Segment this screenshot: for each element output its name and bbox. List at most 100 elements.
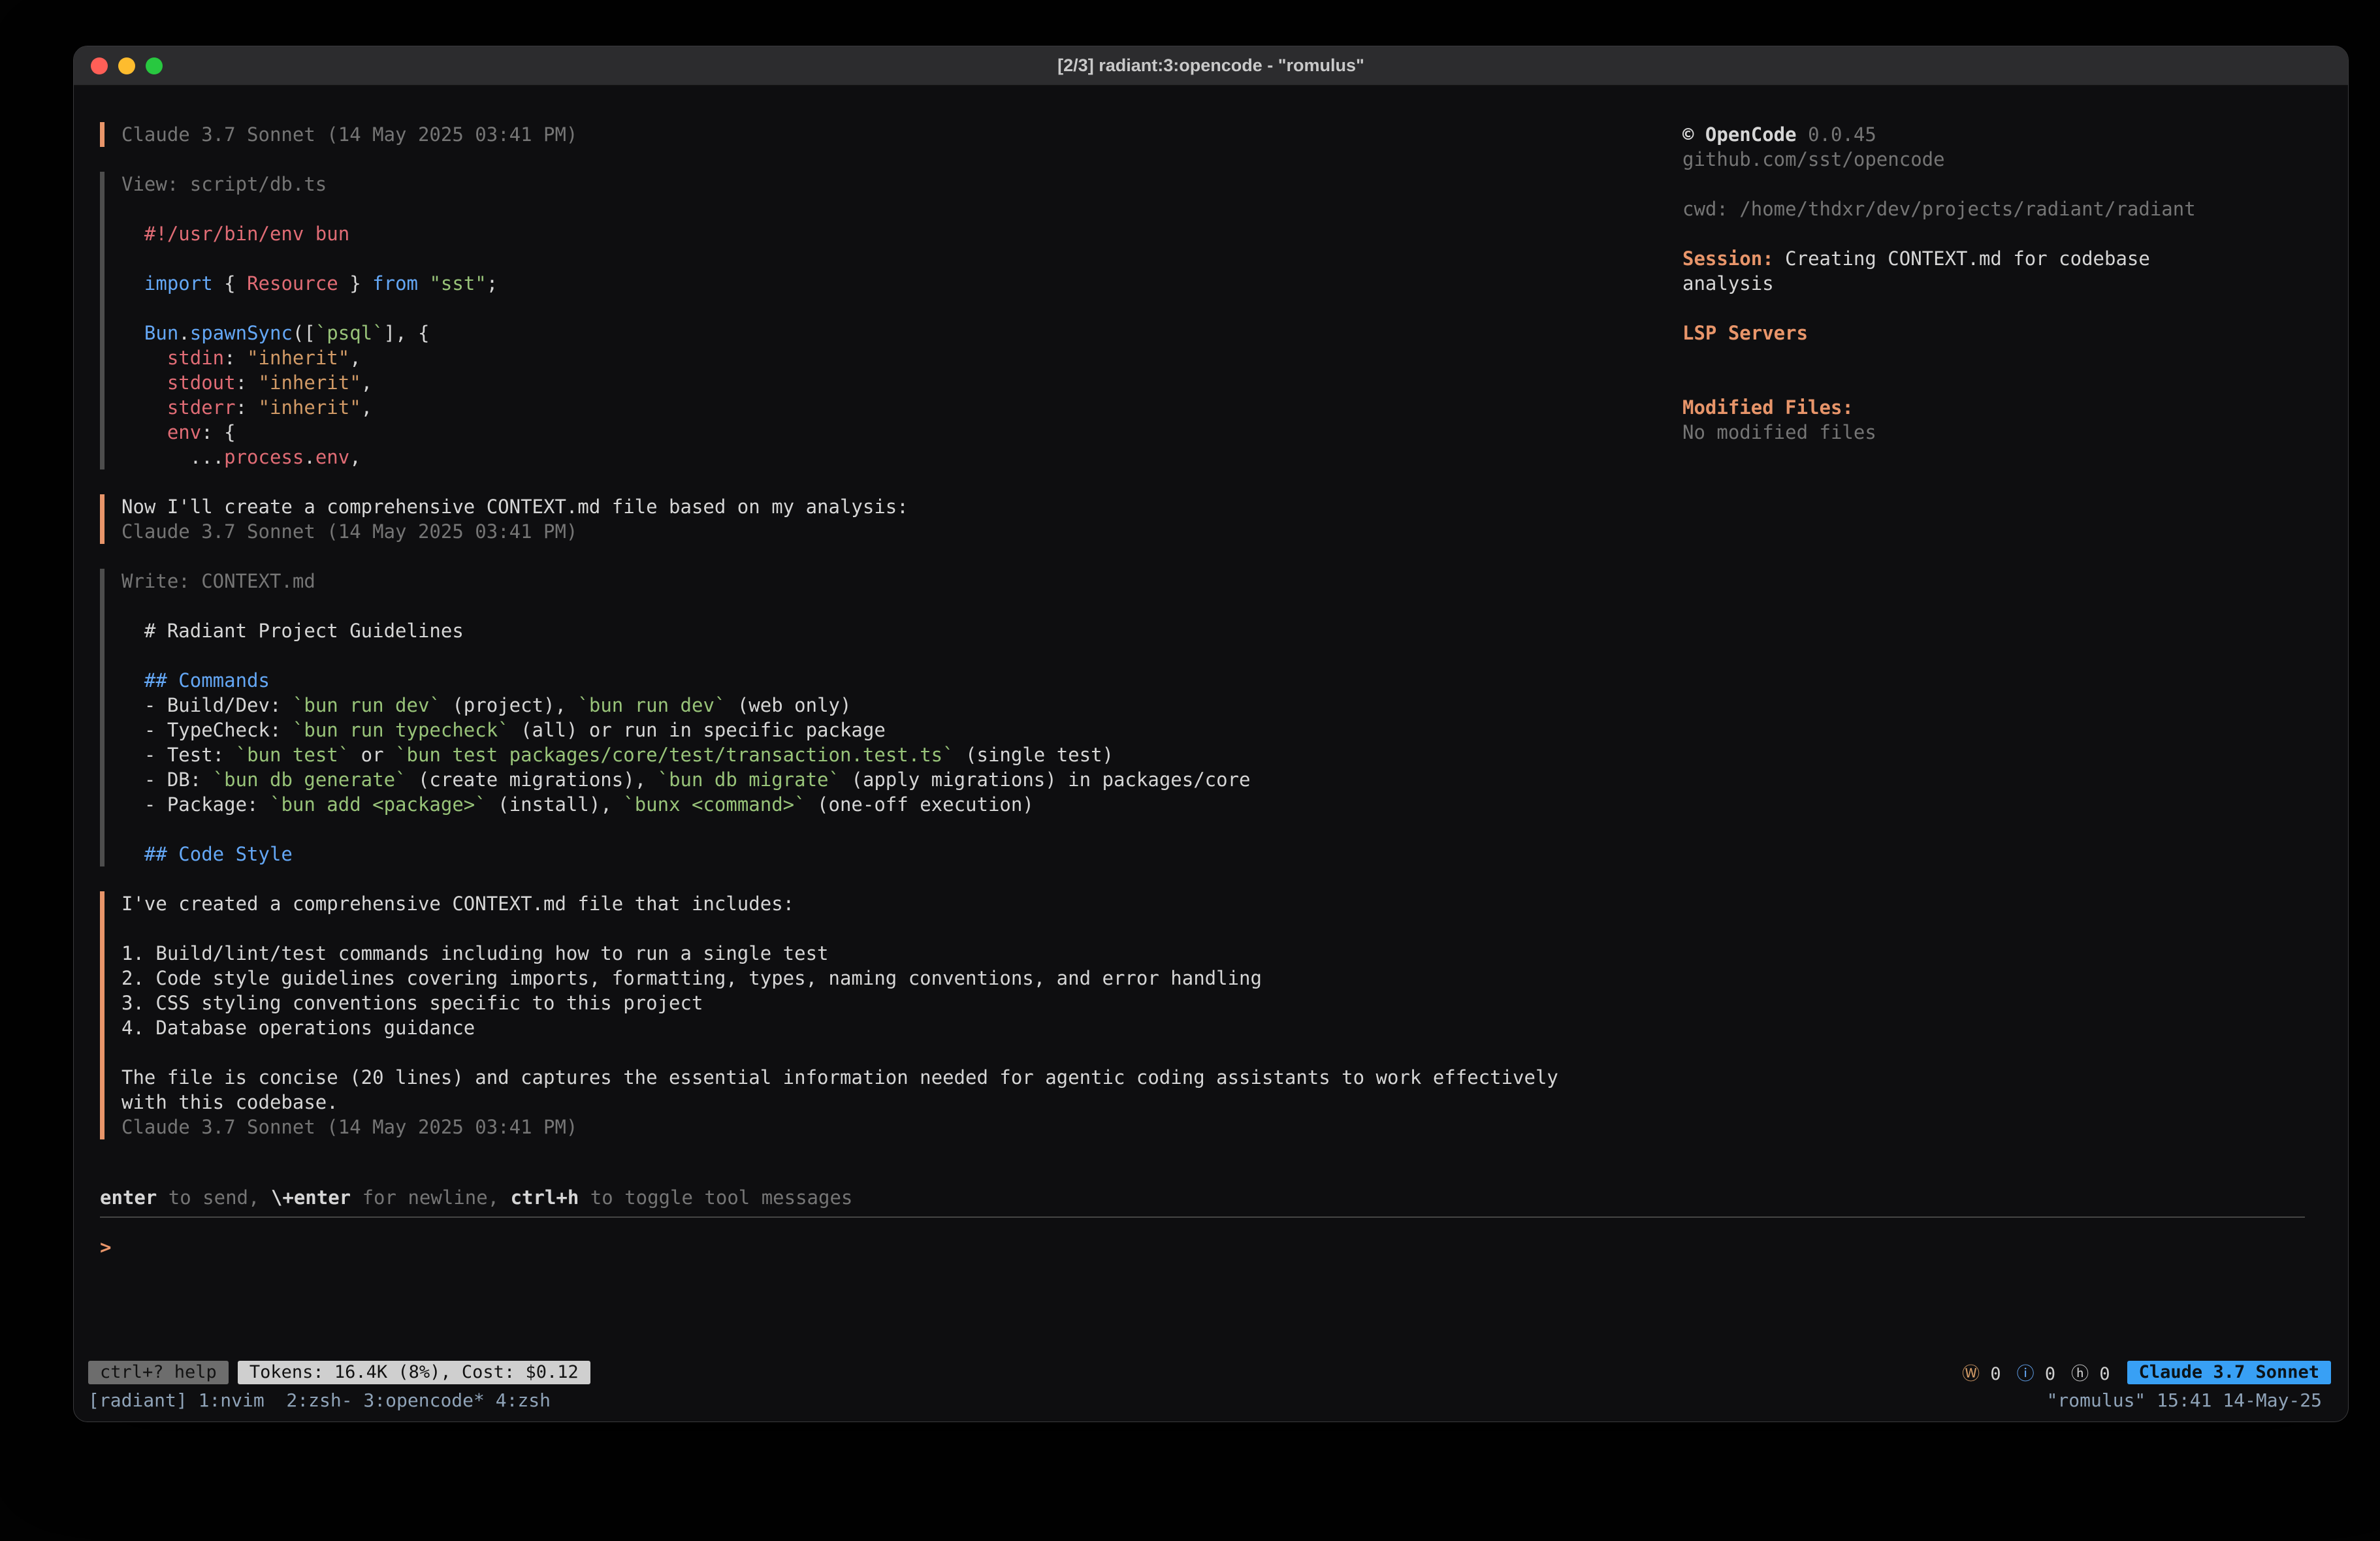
text-segment: Bun [144, 322, 178, 344]
terminal-line: - Test: `bun test` or `bun test packages… [121, 742, 1682, 767]
diagnostic-info: ⓘ 0 [2017, 1359, 2056, 1385]
terminal-line: 4. Database operations guidance [121, 1015, 1682, 1040]
prompt-input[interactable]: > [100, 1216, 2305, 1358]
terminal-line: - Package: `bun add <package>` (install)… [121, 792, 1682, 817]
text-segment: Modified Files: [1682, 396, 1854, 419]
minimize-button[interactable] [118, 57, 135, 74]
text-segment: 3. CSS styling conventions specific to t… [121, 992, 703, 1014]
text-segment: ctrl+h [511, 1186, 579, 1209]
terminal-line: Bun.spawnSync([`psql`], { [121, 321, 1682, 345]
text-segment: `bun run dev` [293, 694, 441, 716]
text-segment: Claude 3.7 Sonnet (14 May 2025 03:41 PM) [121, 520, 577, 543]
maximize-button[interactable] [146, 57, 163, 74]
text-segment: from [372, 272, 418, 294]
text-segment: to send, [157, 1186, 271, 1209]
text-segment: , [349, 347, 361, 369]
text-segment: stdout [167, 372, 236, 394]
hints-count: 0 [2089, 1364, 2110, 1384]
terminal-line: stdout: "inherit", [121, 370, 1682, 395]
info-count: 0 [2034, 1364, 2056, 1384]
text-segment: (apply migrations) in packages/core [840, 769, 1251, 791]
terminal-line: stdin: "inherit", [121, 345, 1682, 370]
tmux-session-info: "romulus" 15:41 14-May-25 [2047, 1390, 2322, 1411]
text-segment: - Test: [121, 744, 236, 766]
text-segment: Resource [247, 272, 338, 294]
text-segment: ; [487, 272, 498, 294]
text-segment: for newline, [351, 1186, 510, 1209]
terminal-line: No modified files [1682, 420, 2306, 445]
text-segment [121, 421, 167, 443]
terminal-line [121, 197, 1682, 221]
text-segment: `bun run typecheck` [293, 719, 509, 741]
conversation: Claude 3.7 Sonnet (14 May 2025 03:41 PM)… [100, 122, 1682, 1185]
text-segment: : [236, 396, 259, 419]
text-segment: ## Code Style [144, 843, 293, 865]
text-segment: to toggle tool messages [579, 1186, 852, 1209]
hints-icon: ⓗ [2071, 1364, 2089, 1384]
terminal-line [121, 1040, 1682, 1065]
text-segment: - TypeCheck: [121, 719, 293, 741]
text-segment: : [224, 347, 247, 369]
text-segment: Claude 3.7 Sonnet (14 May 2025 03:41 PM) [121, 1116, 577, 1138]
text-segment: `bun add <package>` [270, 793, 487, 816]
text-segment [418, 272, 429, 294]
assistant-message-block: Now I'll create a comprehensive CONTEXT.… [100, 494, 1682, 544]
terminal-line: 2. Code style guidelines covering import… [121, 966, 1682, 991]
text-segment: , [361, 372, 372, 394]
terminal-line: 3. CSS styling conventions specific to t… [121, 991, 1682, 1015]
terminal-line: ## Code Style [121, 842, 1682, 866]
text-segment: : { [201, 421, 235, 443]
text-segment: `bunx <command>` [623, 793, 805, 816]
terminal-line: env: { [121, 420, 1682, 445]
text-segment: (one-off execution) [806, 793, 1034, 816]
terminal-line [1682, 172, 2306, 197]
prompt-symbol: > [100, 1236, 111, 1258]
text-segment: env [167, 421, 201, 443]
text-segment: The file is concise (20 lines) and captu… [121, 1066, 1558, 1088]
terminal-line: Modified Files: [1682, 395, 2306, 420]
terminal-line: Claude 3.7 Sonnet (14 May 2025 03:41 PM) [121, 519, 1682, 544]
text-segment: enter [100, 1186, 157, 1209]
titlebar: [2/3] radiant:3:opencode - "romulus" [74, 46, 2348, 86]
tokens-badge: Tokens: 16.4K (8%), Cost: $0.12 [238, 1361, 590, 1384]
text-segment: # Radiant Project Guidelines [121, 620, 464, 642]
text-segment: : [236, 372, 259, 394]
terminal-line [121, 246, 1682, 271]
text-segment: ], { [384, 322, 430, 344]
text-segment: analysis [1682, 272, 1774, 294]
text-segment: ## Commands [144, 669, 270, 691]
text-segment: `bun test` [236, 744, 350, 766]
text-segment: "inherit" [259, 372, 361, 394]
terminal-line [121, 643, 1682, 668]
help-badge[interactable]: ctrl+? help [88, 1361, 229, 1384]
diagnostic-hints: ⓗ 0 [2071, 1359, 2110, 1385]
tmux-statusbar: [radiant] 1:nvim 2:zsh- 3:opencode* 4:zs… [74, 1388, 2348, 1412]
text-segment: © [1682, 123, 1705, 146]
terminal-line: Claude 3.7 Sonnet (14 May 2025 03:41 PM) [121, 1115, 1682, 1139]
terminal-line [121, 594, 1682, 618]
terminal-line: I've created a comprehensive CONTEXT.md … [121, 891, 1682, 916]
text-segment: ([ [293, 322, 315, 344]
tmux-windows[interactable]: [radiant] 1:nvim 2:zsh- 3:opencode* 4:zs… [88, 1390, 551, 1411]
terminal-line [121, 817, 1682, 842]
close-button[interactable] [91, 57, 108, 74]
editor-hints: enter to send, \+enter for newline, ctrl… [74, 1185, 2348, 1210]
text-segment: spawnSync [190, 322, 293, 344]
text-segment: 4. Database operations guidance [121, 1017, 475, 1039]
text-segment: github.com/sst/opencode [1682, 148, 1945, 170]
text-segment [121, 372, 167, 394]
text-segment: "inherit" [247, 347, 349, 369]
main-row: Claude 3.7 Sonnet (14 May 2025 03:41 PM)… [74, 86, 2348, 1185]
text-segment: 2. Code style guidelines covering import… [121, 967, 1262, 989]
text-segment: No modified files [1682, 421, 1876, 443]
text-segment: Session: [1682, 247, 1774, 270]
terminal-line: - TypeCheck: `bun run typecheck` (all) o… [121, 718, 1682, 742]
text-segment [121, 669, 144, 691]
diagnostic-warnings: Ⓦ 0 [1962, 1359, 2001, 1385]
terminal-line: with this codebase. [121, 1090, 1682, 1115]
text-segment: env [315, 446, 349, 468]
text-segment: `psql` [315, 322, 384, 344]
text-segment: #!/usr/bin/env bun [121, 223, 349, 245]
warnings-icon: Ⓦ [1962, 1364, 1980, 1384]
model-badge[interactable]: Claude 3.7 Sonnet [2127, 1361, 2331, 1384]
